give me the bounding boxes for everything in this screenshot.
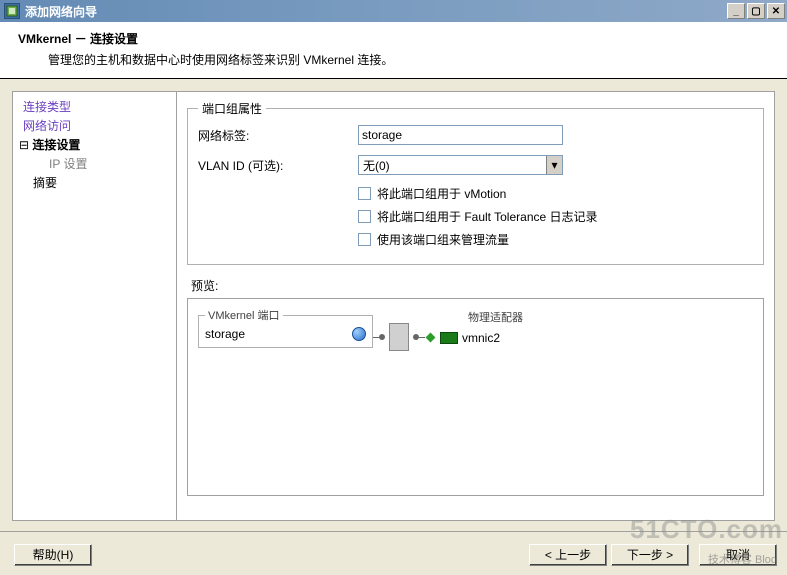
window-buttons: _ ▢ ✕ [727, 3, 785, 19]
link-icon [426, 332, 436, 342]
label-fault-tolerance: 将此端口组用于 Fault Tolerance 日志记录 [377, 208, 598, 225]
row-fault-tolerance: 将此端口组用于 Fault Tolerance 日志记录 [198, 208, 753, 225]
window-title: 添加网络向导 [25, 3, 727, 20]
wizard-header: VMkernel － 连接设置 管理您的主机和数据中心时使用网络标签来识别 VM… [0, 22, 787, 79]
network-diagram: VMkernel 端口 storage 物理适配器 [198, 307, 753, 351]
label-management: 使用该端口组来管理流量 [377, 231, 509, 248]
expand-marker-icon[interactable]: ⊟ [19, 138, 29, 152]
checkbox-vmotion[interactable] [358, 187, 371, 200]
row-management: 使用该端口组来管理流量 [198, 231, 753, 248]
step-connection-type[interactable]: 连接类型 [19, 98, 170, 115]
physical-nic-row: vmnic2 [436, 331, 523, 345]
portgroup-legend: 端口组属性 [198, 100, 266, 117]
portgroup-properties-fieldset: 端口组属性 网络标签: VLAN ID (可选): 无(0) ▾ 将此端口组用于… [187, 100, 764, 265]
preview-panel: VMkernel 端口 storage 物理适配器 [187, 298, 764, 496]
vmkernel-port-group: VMkernel 端口 storage [198, 307, 373, 348]
physical-adapter-legend: 物理适配器 [436, 309, 523, 325]
label-network-label: 网络标签: [198, 127, 358, 144]
cancel-button[interactable]: 取消 [699, 544, 777, 566]
wizard-steps-nav: 连接类型 网络访问 ⊟ 连接设置 IP 设置 摘要 [12, 91, 177, 521]
preview-label: 预览: [191, 277, 764, 294]
vmkernel-legend: VMkernel 端口 [205, 307, 283, 323]
nic-name: vmnic2 [462, 331, 500, 345]
wizard-body: 连接类型 网络访问 ⊟ 连接设置 IP 设置 摘要 端口组属性 网络标签: VL… [0, 79, 787, 521]
vlan-id-select[interactable]: 无(0) ▾ [358, 155, 563, 175]
wizard-description: 管理您的主机和数据中心时使用网络标签来识别 VMkernel 连接。 [18, 51, 773, 68]
title-bar: 添加网络向导 _ ▢ ✕ [0, 0, 787, 22]
maximize-button[interactable]: ▢ [747, 3, 765, 19]
row-network-label: 网络标签: [198, 125, 753, 145]
network-label-input[interactable] [358, 125, 563, 145]
row-vmotion: 将此端口组用于 vMotion [198, 185, 753, 202]
step-connection-settings: ⊟ 连接设置 [19, 136, 170, 153]
diagram-connector [373, 323, 436, 351]
step-summary: 摘要 [19, 174, 170, 191]
step-connection-settings-label: 连接设置 [32, 138, 80, 152]
nic-icon [440, 332, 458, 344]
row-vlan-id: VLAN ID (可选): 无(0) ▾ [198, 155, 753, 175]
vlan-id-value: 无(0) [359, 157, 546, 174]
wizard-title: VMkernel － 连接设置 [18, 30, 773, 47]
step-network-access[interactable]: 网络访问 [19, 117, 170, 134]
label-vmotion: 将此端口组用于 vMotion [377, 185, 506, 202]
help-button[interactable]: 帮助(H) [14, 544, 92, 566]
step-ip-settings: IP 设置 [19, 155, 170, 172]
vmkernel-port-row: storage [205, 327, 366, 341]
vswitch-icon [389, 323, 409, 351]
node-icon [379, 334, 385, 340]
close-button[interactable]: ✕ [767, 3, 785, 19]
vmkernel-port-name: storage [205, 327, 245, 341]
back-button[interactable]: < 上一步 [529, 544, 607, 566]
checkbox-management[interactable] [358, 233, 371, 246]
next-button[interactable]: 下一步 > [611, 544, 689, 566]
checkbox-fault-tolerance[interactable] [358, 210, 371, 223]
wizard-content: 端口组属性 网络标签: VLAN ID (可选): 无(0) ▾ 将此端口组用于… [177, 91, 775, 521]
label-vlan-id: VLAN ID (可选): [198, 157, 358, 174]
physical-adapter-group: 物理适配器 vmnic2 [436, 307, 523, 345]
globe-icon [352, 327, 366, 341]
chevron-down-icon: ▾ [546, 156, 562, 174]
app-icon [4, 3, 20, 19]
wizard-button-bar: 帮助(H) < 上一步 下一步 > 取消 [0, 531, 787, 571]
minimize-button[interactable]: _ [727, 3, 745, 19]
